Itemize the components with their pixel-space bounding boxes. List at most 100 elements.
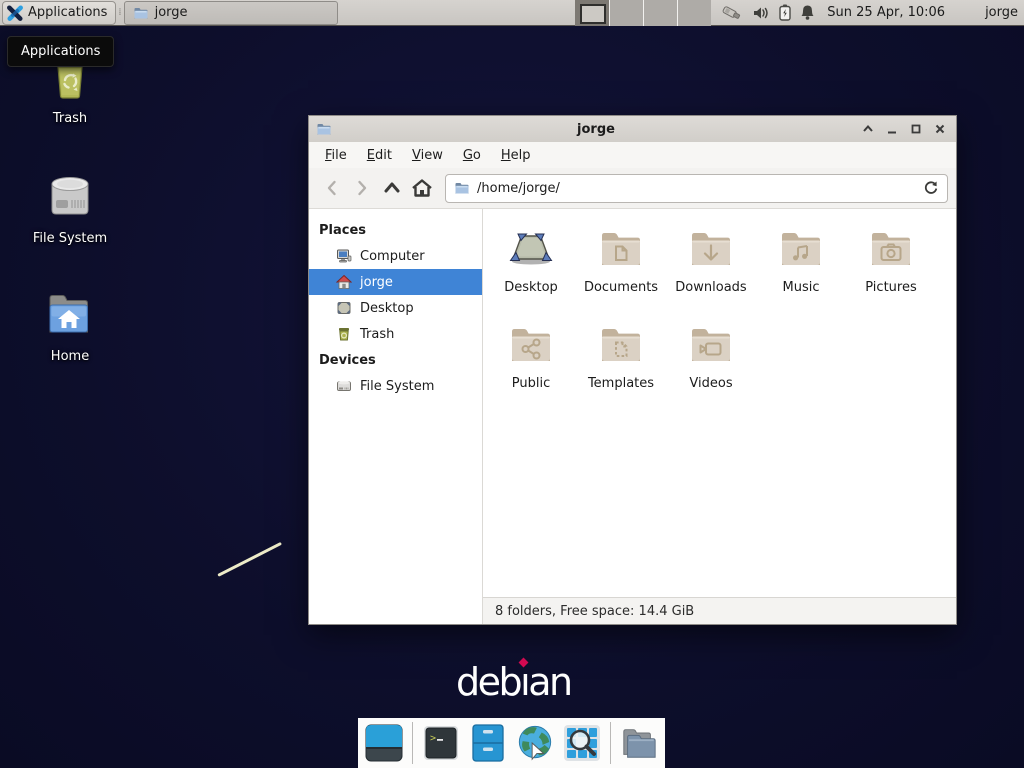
minimize-icon[interactable] (884, 122, 899, 137)
workspace-2[interactable] (609, 0, 643, 26)
desktop-folder-icon (507, 225, 555, 273)
system-tray (721, 4, 815, 22)
templates-folder-icon (597, 321, 645, 369)
up-icon[interactable] (377, 173, 407, 203)
menu-go[interactable]: Go (453, 144, 491, 167)
public-folder-icon (507, 321, 555, 369)
file-label: Videos (689, 376, 732, 391)
volume-icon[interactable] (752, 5, 770, 21)
statusbar: 8 folders, Free space: 14.4 GiB (483, 597, 956, 624)
workspace-4[interactable] (677, 0, 711, 26)
file-item-desktop[interactable]: Desktop (486, 225, 576, 317)
file-label: Templates (588, 376, 654, 391)
menu-file[interactable]: File (315, 144, 357, 167)
documents-folder-icon (597, 225, 645, 273)
bell-icon[interactable] (800, 4, 815, 21)
videos-folder-icon (687, 321, 735, 369)
sidebar-devices-header: Devices (309, 347, 482, 373)
sidebar-item-jorge[interactable]: jorge (309, 269, 482, 295)
file-label: Desktop (504, 280, 558, 295)
applications-menu-button[interactable]: Applications (2, 1, 116, 25)
wordmark-post: an (528, 660, 570, 704)
reload-icon[interactable] (923, 180, 939, 196)
file-view[interactable]: Desktop Documents (483, 209, 956, 597)
file-item-documents[interactable]: Documents (576, 225, 666, 317)
xfce-menu-icon (7, 5, 23, 21)
file-item-pictures[interactable]: Pictures (846, 225, 936, 317)
path-input[interactable] (477, 181, 916, 196)
file-cabinet-icon[interactable] (469, 724, 507, 762)
menu-help[interactable]: Help (491, 144, 541, 167)
back-icon[interactable] (317, 173, 347, 203)
sidebar-item-label: File System (360, 379, 434, 394)
shade-icon[interactable] (860, 122, 875, 137)
workspace-pager (575, 0, 711, 26)
home-icon[interactable] (407, 173, 437, 203)
desktop-root: Applications ⁞ jorge (0, 0, 1024, 768)
hard-drive-icon (44, 170, 96, 222)
marker-icon[interactable] (721, 4, 743, 22)
trash-icon (336, 326, 352, 342)
menu-edit[interactable]: Edit (357, 144, 402, 167)
menubar: File Edit View Go Help (309, 142, 956, 168)
applications-tooltip: Applications (7, 36, 114, 67)
sidebar-item-trash[interactable]: Trash (309, 321, 482, 347)
file-manager-window: jorge File Edit View Go Help (308, 115, 957, 625)
app-finder-icon[interactable] (563, 724, 601, 762)
toolbar (309, 168, 956, 209)
sidebar: Places Computer (309, 209, 483, 624)
taskbar-window-label: jorge (155, 5, 188, 20)
window-controls (860, 122, 947, 137)
wordmark-pre: deb (456, 660, 520, 704)
file-item-public[interactable]: Public (486, 321, 576, 413)
desktop-icon-label: File System (20, 231, 120, 246)
path-bar[interactable] (445, 174, 948, 203)
forward-icon[interactable] (347, 173, 377, 203)
window-folder-icon (316, 121, 332, 137)
main-column: Desktop Documents (483, 209, 956, 624)
pictures-folder-icon (867, 225, 915, 273)
file-item-downloads[interactable]: Downloads (666, 225, 756, 317)
battery-icon[interactable] (779, 4, 791, 21)
file-label: Music (783, 280, 820, 295)
file-label: Pictures (865, 280, 916, 295)
menu-view[interactable]: View (402, 144, 453, 167)
debian-wordmark: debıan (456, 660, 571, 704)
workspace-window-thumb (580, 4, 606, 24)
directory-menu-icon[interactable] (620, 724, 658, 762)
file-label: Public (512, 376, 550, 391)
desktop-stray-line (217, 542, 282, 577)
computer-icon (336, 248, 352, 264)
desktop-icon-home[interactable]: Home (20, 288, 120, 364)
workspace-1[interactable] (575, 0, 609, 26)
file-item-music[interactable]: Music (756, 225, 846, 317)
music-folder-icon (777, 225, 825, 273)
web-browser-icon[interactable] (516, 724, 554, 762)
sidebar-item-file-system[interactable]: File System (309, 373, 482, 399)
window-titlebar[interactable]: jorge (309, 116, 956, 142)
desktop-icon-label: Home (20, 349, 120, 364)
desktop-icon (336, 300, 352, 316)
window-title: jorge (332, 122, 860, 137)
workspace-3[interactable] (643, 0, 677, 26)
dock-separator (412, 722, 413, 764)
show-desktop-icon[interactable] (365, 724, 403, 762)
file-item-videos[interactable]: Videos (666, 321, 756, 413)
desktop-icon-file-system[interactable]: File System (20, 170, 120, 246)
file-item-templates[interactable]: Templates (576, 321, 666, 413)
close-icon[interactable] (932, 122, 947, 137)
top-panel: Applications ⁞ jorge (0, 0, 1024, 26)
taskbar-window-button[interactable]: jorge (124, 1, 338, 25)
terminal-icon[interactable]: > (422, 724, 460, 762)
sidebar-item-computer[interactable]: Computer (309, 243, 482, 269)
panel-username[interactable]: jorge (985, 5, 1018, 20)
panel-handle[interactable]: ⁞ (118, 9, 121, 17)
sidebar-item-desktop[interactable]: Desktop (309, 295, 482, 321)
maximize-icon[interactable] (908, 122, 923, 137)
sidebar-item-label: Computer (360, 249, 425, 264)
panel-clock[interactable]: Sun 25 Apr, 10:06 (827, 5, 945, 20)
home-folder-icon (44, 288, 96, 340)
applications-menu-label: Applications (28, 5, 107, 20)
file-label: Downloads (675, 280, 746, 295)
wordmark-i: ı (520, 660, 528, 704)
